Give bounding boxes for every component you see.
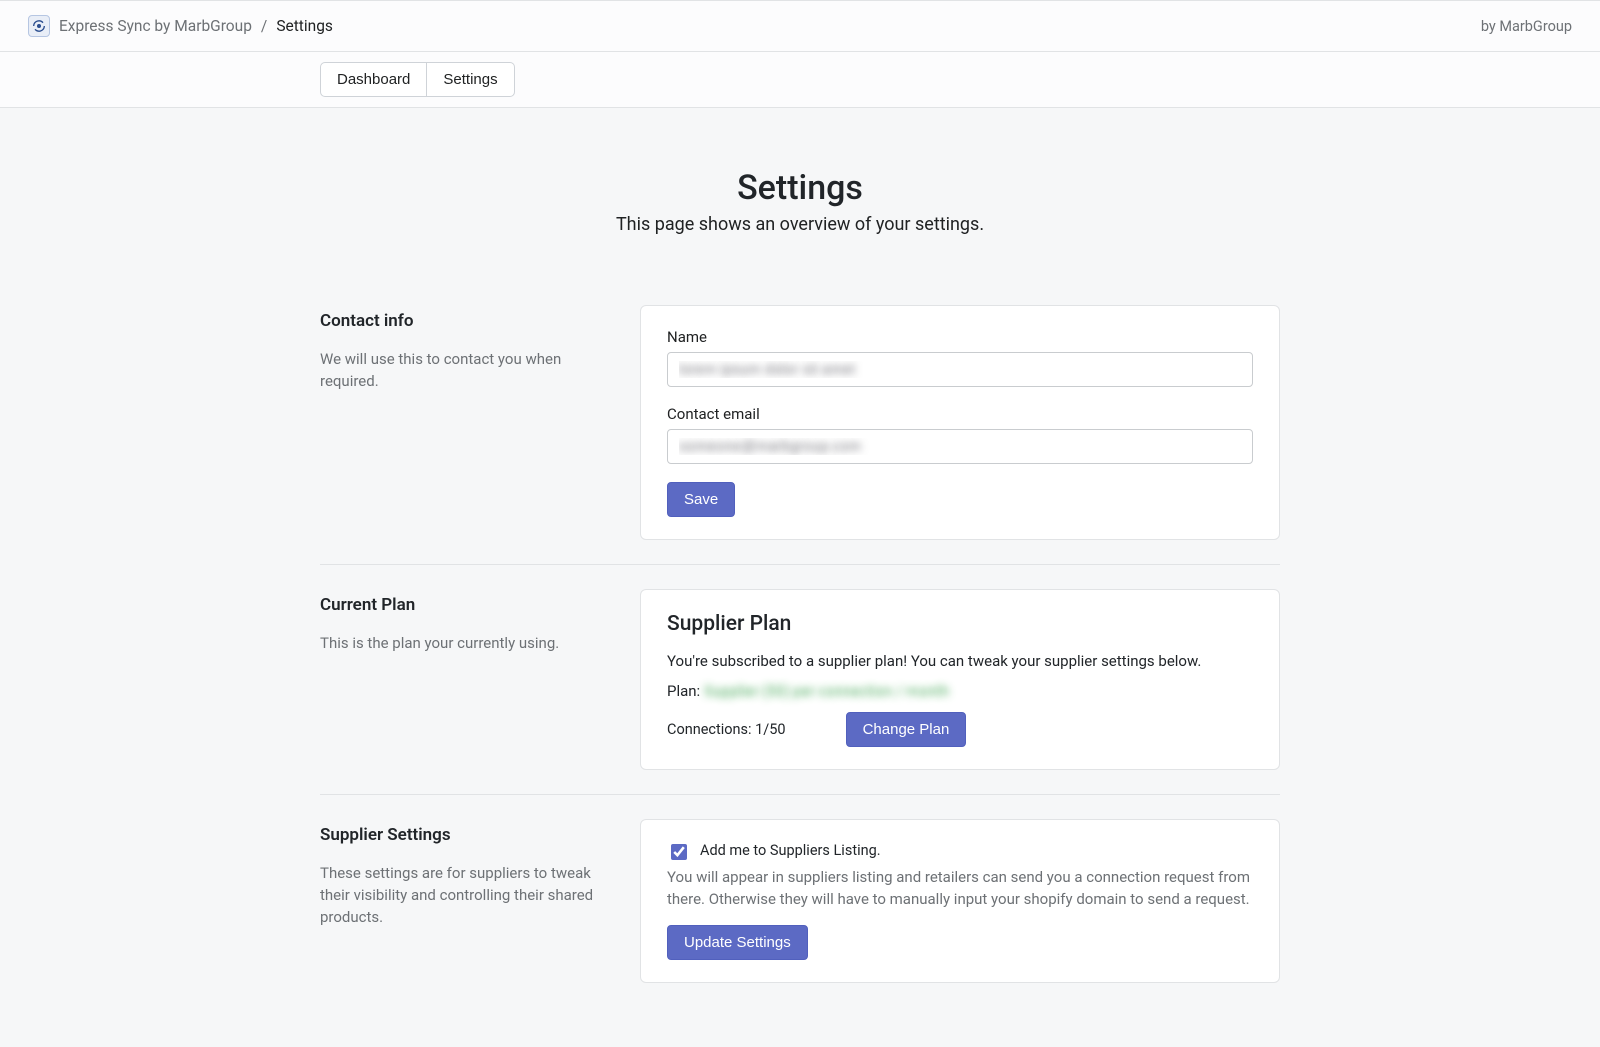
name-input[interactable] <box>667 352 1253 387</box>
plan-heading: Current Plan <box>320 595 610 615</box>
change-plan-button[interactable]: Change Plan <box>846 712 967 747</box>
section-supplier: Supplier Settings These settings are for… <box>320 794 1280 1007</box>
plan-line: You're subscribed to a supplier plan! Yo… <box>667 652 1253 670</box>
name-label: Name <box>667 328 1253 346</box>
plan-title: Supplier Plan <box>667 612 1253 636</box>
connections-label: Connections: <box>667 721 752 738</box>
tab-settings[interactable]: Settings <box>427 62 514 97</box>
connections-value: 1/50 <box>755 721 785 738</box>
plan-value: Supplier (50) per connection / month <box>704 682 949 700</box>
supplier-heading: Supplier Settings <box>320 825 610 845</box>
breadcrumb: Express Sync by MarbGroup / Settings <box>28 15 333 37</box>
section-plan: Current Plan This is the plan your curre… <box>320 564 1280 794</box>
plan-desc: This is the plan your currently using. <box>320 633 610 655</box>
listing-checkbox[interactable] <box>671 844 687 860</box>
app-logo-icon <box>28 15 50 37</box>
breadcrumb-separator: / <box>261 17 267 35</box>
contact-desc: We will use this to contact you when req… <box>320 349 610 393</box>
breadcrumb-app-link[interactable]: Express Sync by MarbGroup <box>59 17 252 35</box>
listing-label: Add me to Suppliers Listing. <box>700 842 881 859</box>
listing-help: You will appear in suppliers listing and… <box>667 867 1253 911</box>
connections-row: Connections: 1/50 <box>667 721 786 738</box>
plan-label: Plan: <box>667 682 700 700</box>
supplier-desc: These settings are for suppliers to twea… <box>320 863 610 928</box>
byline: by MarbGroup <box>1481 18 1572 35</box>
breadcrumb-current: Settings <box>276 17 333 35</box>
page-subtitle: This page shows an overview of your sett… <box>320 214 1280 235</box>
tabs-row: Dashboard Settings <box>0 52 1600 108</box>
page-title: Settings <box>320 168 1280 208</box>
email-label: Contact email <box>667 405 1253 423</box>
section-contact: Contact info We will use this to contact… <box>320 281 1280 564</box>
save-button[interactable]: Save <box>667 482 735 517</box>
update-settings-button[interactable]: Update Settings <box>667 925 808 960</box>
contact-heading: Contact info <box>320 311 610 331</box>
topbar: Express Sync by MarbGroup / Settings by … <box>0 1 1600 51</box>
tab-dashboard[interactable]: Dashboard <box>320 62 427 97</box>
plan-value-row: Plan: Supplier (50) per connection / mon… <box>667 682 1253 700</box>
email-input[interactable] <box>667 429 1253 464</box>
